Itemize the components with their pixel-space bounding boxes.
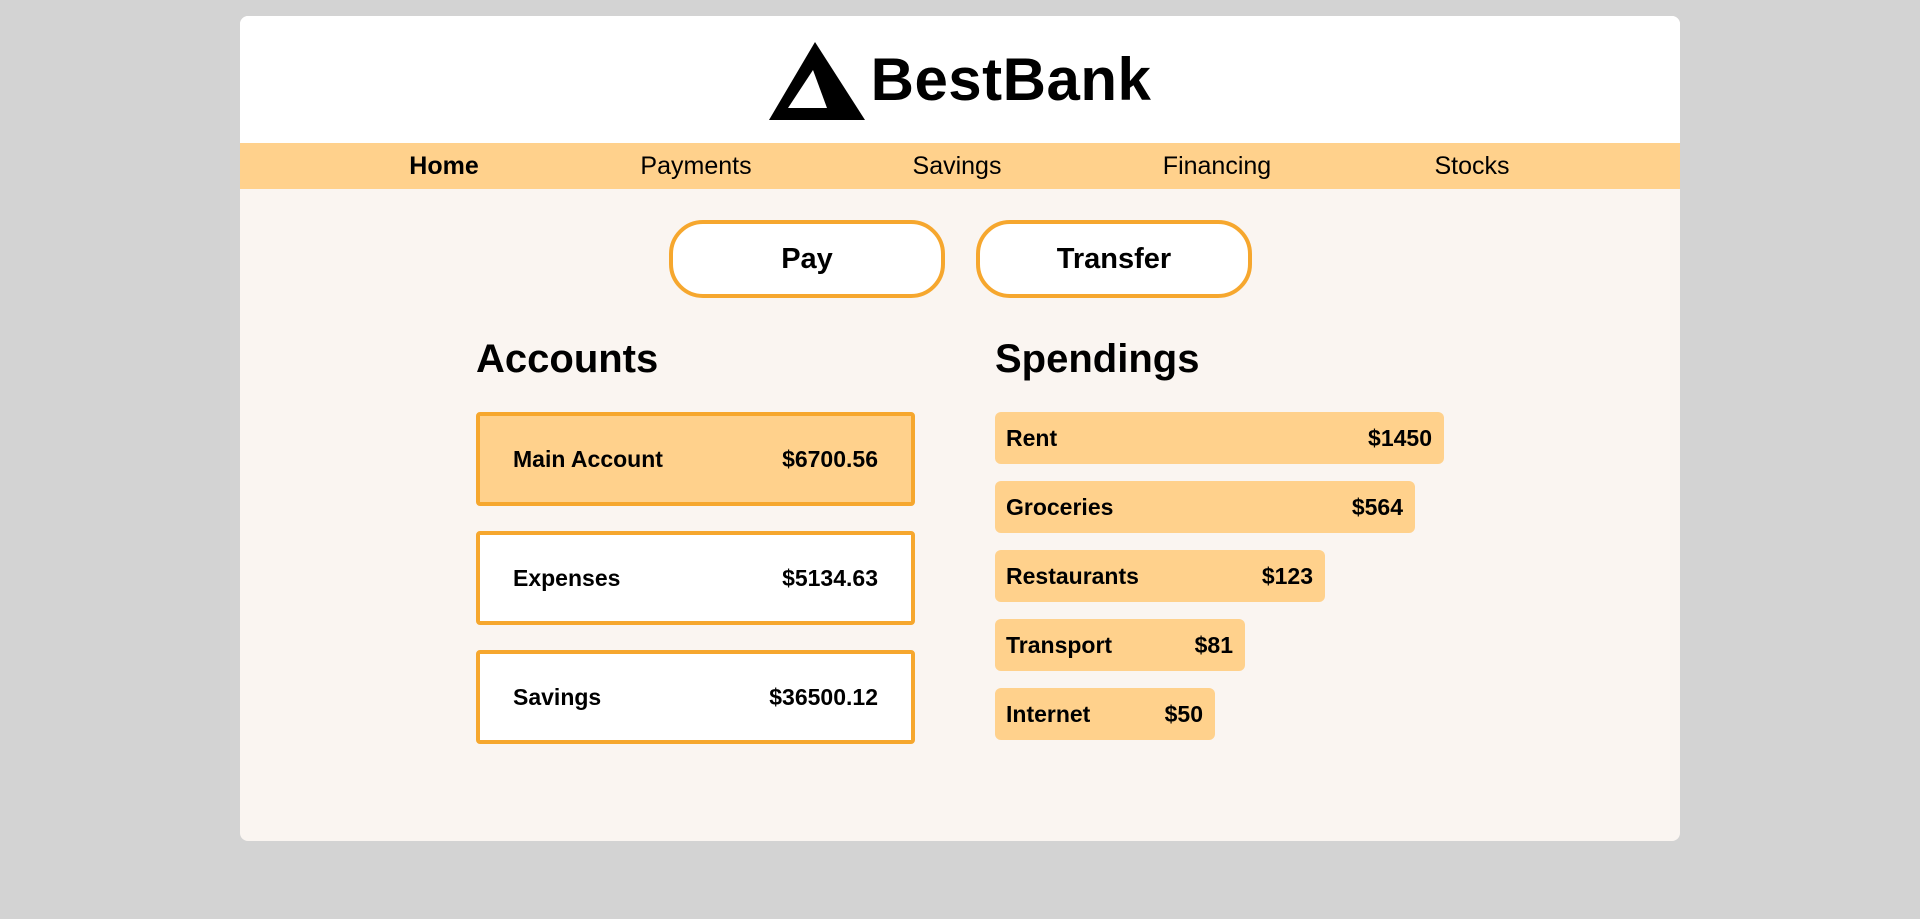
account-balance: $36500.12 — [769, 683, 878, 710]
spending-amount: $1450 — [1368, 424, 1432, 451]
transfer-button[interactable]: Transfer — [976, 220, 1252, 298]
pay-button[interactable]: Pay — [669, 220, 945, 298]
header: BestBank — [240, 16, 1680, 143]
nav-item-payments[interactable]: Payments — [640, 143, 751, 189]
nav-item-stocks[interactable]: Stocks — [1434, 143, 1509, 189]
spending-amount: $50 — [1164, 700, 1203, 727]
spending-bar-transport: Transport $81 — [995, 619, 1245, 671]
app-card: BestBank Home Payments Savings Financing… — [240, 16, 1680, 841]
account-main[interactable]: Main Account $6700.56 — [476, 412, 915, 506]
account-balance: $6700.56 — [782, 445, 878, 472]
triangle-logo-icon[interactable] — [768, 41, 865, 120]
spending-bar-groceries: Groceries $564 — [995, 481, 1415, 533]
account-expenses[interactable]: Expenses $5134.63 — [476, 531, 915, 625]
spending-category: Transport — [1006, 631, 1113, 658]
spending-amount: $123 — [1261, 562, 1313, 589]
brand-name[interactable]: BestBank — [871, 49, 1152, 110]
spending-bar-internet: Internet $50 — [995, 688, 1215, 740]
spending-amount: $564 — [1351, 493, 1403, 520]
account-balance: $5134.63 — [782, 564, 878, 591]
spending-category: Restaurants — [1006, 562, 1139, 589]
spending-category: Groceries — [1006, 493, 1114, 520]
main-nav: Home Payments Savings Financing Stocks — [240, 143, 1680, 189]
spending-bar-rent: Rent $1450 — [995, 412, 1444, 464]
spendings-title: Spendings — [995, 337, 1200, 381]
account-savings[interactable]: Savings $36500.12 — [476, 650, 915, 744]
spending-category: Rent — [1006, 424, 1058, 451]
nav-item-financing[interactable]: Financing — [1163, 143, 1271, 189]
account-name: Main Account — [513, 445, 663, 472]
account-name: Expenses — [513, 564, 621, 591]
spending-amount: $81 — [1194, 631, 1233, 658]
spending-bar-restaurants: Restaurants $123 — [995, 550, 1325, 602]
account-name: Savings — [513, 683, 602, 710]
accounts-title: Accounts — [476, 337, 659, 381]
spending-category: Internet — [1006, 700, 1091, 727]
nav-item-home[interactable]: Home — [409, 143, 478, 189]
nav-item-savings[interactable]: Savings — [913, 143, 1002, 189]
